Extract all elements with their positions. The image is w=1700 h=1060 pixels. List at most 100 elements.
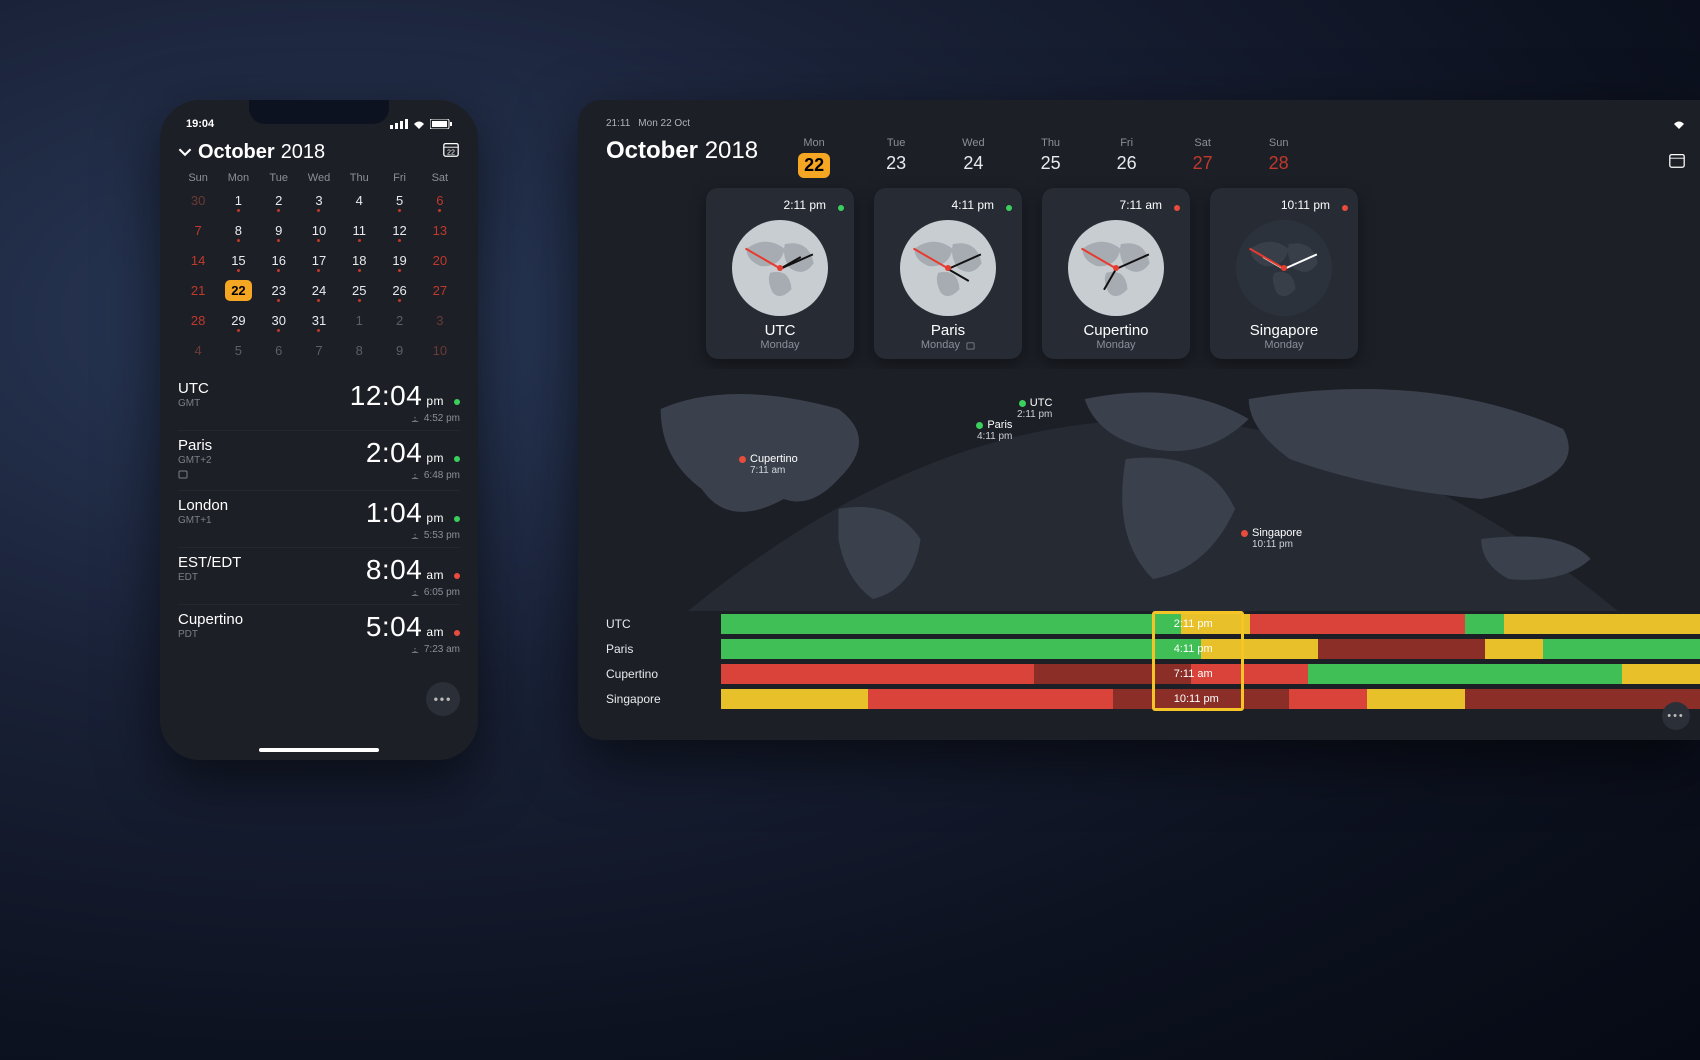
weekday-head: Fri <box>379 172 419 184</box>
calendar-day[interactable]: 17 <box>299 246 339 274</box>
status-dot <box>739 456 746 463</box>
calendar-day[interactable]: 5 <box>218 336 258 364</box>
calendar-day[interactable]: 16 <box>259 246 299 274</box>
calendar-day[interactable]: 1 <box>218 186 258 214</box>
calendar-day[interactable]: 31 <box>299 306 339 334</box>
calendar-day[interactable]: 19 <box>379 246 419 274</box>
band-bar[interactable]: 10:11 pm <box>721 689 1700 709</box>
calendar-day[interactable]: 8 <box>218 216 258 244</box>
status-dot <box>1241 530 1248 537</box>
calendar-day[interactable]: 11 <box>339 216 379 244</box>
calendar-day[interactable]: 10 <box>420 336 460 364</box>
map-city-label[interactable]: Cupertino7:11 am <box>739 453 798 476</box>
sunset-icon <box>410 532 420 540</box>
calendar-day[interactable]: 30 <box>259 306 299 334</box>
band-bar[interactable]: 2:11 pm <box>721 614 1700 634</box>
calendar-day[interactable]: 30 <box>178 186 218 214</box>
today-button[interactable] <box>1668 151 1686 174</box>
phone-notch <box>249 100 389 124</box>
world-map[interactable]: Cupertino7:11 am UTC2:11 pmParis4:11 pm Si… <box>606 369 1700 611</box>
calendar-day[interactable]: 10 <box>299 216 339 244</box>
clock-card[interactable]: 10:11 pm Singapore Monday <box>1210 188 1358 359</box>
calendar-day[interactable]: 2 <box>379 306 419 334</box>
clock-day: Monday <box>1210 339 1358 351</box>
calendar-day[interactable]: 6 <box>259 336 299 364</box>
tablet-month-label[interactable]: October 2018 <box>606 137 758 165</box>
band-bar[interactable]: 4:11 pm <box>721 639 1700 659</box>
band-label: Paris <box>606 642 721 656</box>
timezone-row[interactable]: Cupertino PDT 5:04am 7:23 am <box>178 604 460 661</box>
week-day[interactable]: Sun28 <box>1269 137 1289 178</box>
calendar-day[interactable]: 28 <box>178 306 218 334</box>
week-day[interactable]: Fri26 <box>1117 137 1137 178</box>
more-button[interactable]: ••• <box>1662 702 1690 730</box>
calendar-day[interactable]: 7 <box>299 336 339 364</box>
calendar-day[interactable]: 3 <box>299 186 339 214</box>
calendar-day[interactable]: 9 <box>259 216 299 244</box>
timezone-list[interactable]: UTC GMT 12:04pm 4:52 pm Paris GMT+2 2:04… <box>178 374 460 661</box>
calendar-grid[interactable]: 3012345678910111213141516171819202122232… <box>178 186 460 364</box>
availability-row[interactable]: Cupertino7:11 am <box>606 661 1700 686</box>
calendar-day[interactable]: 5 <box>379 186 419 214</box>
status-dot <box>454 573 460 579</box>
clock-card[interactable]: 4:11 pm Paris Monday <box>874 188 1022 359</box>
calendar-day[interactable]: 7 <box>178 216 218 244</box>
calendar-day[interactable]: 6 <box>420 186 460 214</box>
tz-city: EST/EDT <box>178 554 288 571</box>
band-now-time: 4:11 pm <box>1174 643 1213 655</box>
calendar-day[interactable]: 26 <box>379 276 419 304</box>
timezone-row[interactable]: UTC GMT 12:04pm 4:52 pm <box>178 374 460 430</box>
week-day[interactable]: Tue23 <box>886 137 906 178</box>
clock-face <box>1236 220 1332 316</box>
availability-row[interactable]: Paris 4:11 pm <box>606 636 1700 661</box>
calendar-day[interactable]: 24 <box>299 276 339 304</box>
week-day[interactable]: Sat27 <box>1193 137 1213 178</box>
calendar-day[interactable]: 27 <box>420 276 460 304</box>
calendar-day[interactable]: 2 <box>259 186 299 214</box>
calendar-day[interactable]: 18 <box>339 246 379 274</box>
availability-row[interactable]: Singapore10:11 pm <box>606 686 1700 711</box>
timezone-row[interactable]: Paris GMT+2 2:04pm 6:48 pm <box>178 430 460 490</box>
calendar-day[interactable]: 4 <box>339 186 379 214</box>
availability-bands[interactable]: UTC2:11 pmParis4:11 pmCupertino7:11 amSi… <box>606 611 1700 711</box>
home-indicator[interactable] <box>259 748 379 752</box>
clock-time: 10:11 pm <box>1281 198 1330 212</box>
calendar-day[interactable]: 20 <box>420 246 460 274</box>
calendar-day[interactable]: 25 <box>339 276 379 304</box>
calendar-day[interactable]: 22 <box>218 276 258 304</box>
calendar-day[interactable]: 14 <box>178 246 218 274</box>
clock-card[interactable]: 7:11 am Cupertino Monday <box>1042 188 1190 359</box>
week-strip[interactable]: Mon22 Tue23 Wed24 Thu25 Fri26 Sat27 Sun28 <box>798 137 1289 178</box>
tz-city: Cupertino <box>178 611 288 628</box>
calendar-day[interactable]: 23 <box>259 276 299 304</box>
tablet-device: 21:11 Mon 22 Oct October 2018 Mon22Tue23… <box>578 100 1700 740</box>
calendar-day[interactable]: 13 <box>420 216 460 244</box>
month-selector[interactable]: October 2018 22 <box>178 140 460 164</box>
more-button[interactable]: ••• <box>426 682 460 716</box>
map-city-label[interactable]: Singapore10:11 pm <box>1241 527 1302 550</box>
calendar-day[interactable]: 8 <box>339 336 379 364</box>
week-day[interactable]: Mon22 <box>798 137 830 178</box>
availability-row[interactable]: UTC2:11 pm <box>606 611 1700 636</box>
map-city-label[interactable]: Paris4:11 pm <box>966 419 1012 442</box>
clock-time: 2:11 pm <box>784 198 826 212</box>
timezone-row[interactable]: London GMT+1 1:04pm 5:53 pm <box>178 490 460 547</box>
calendar-day[interactable]: 29 <box>218 306 258 334</box>
timezone-row[interactable]: EST/EDT EDT 8:04am 6:05 pm <box>178 547 460 604</box>
tz-sun-time: 5:53 pm <box>366 530 460 541</box>
week-day[interactable]: Thu25 <box>1041 137 1061 178</box>
week-day[interactable]: Wed24 <box>962 137 984 178</box>
status-dot <box>1006 205 1012 211</box>
calendar-day[interactable]: 15 <box>218 246 258 274</box>
calendar-day[interactable]: 12 <box>379 216 419 244</box>
calendar-day[interactable]: 1 <box>339 306 379 334</box>
band-label: Singapore <box>606 692 721 706</box>
calendar-day[interactable]: 4 <box>178 336 218 364</box>
band-bar[interactable]: 7:11 am <box>721 664 1700 684</box>
clock-card[interactable]: 2:11 pm UTC Monday <box>706 188 854 359</box>
map-city-label[interactable]: UTC2:11 pm <box>1006 397 1052 420</box>
calendar-day[interactable]: 21 <box>178 276 218 304</box>
calendar-day[interactable]: 3 <box>420 306 460 334</box>
calendar-day[interactable]: 9 <box>379 336 419 364</box>
today-button[interactable]: 22 <box>442 140 460 164</box>
